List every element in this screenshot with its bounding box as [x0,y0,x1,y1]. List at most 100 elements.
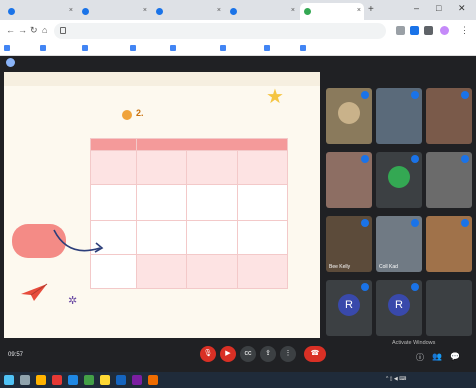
present-button[interactable]: ⇪ [260,346,276,362]
app-icon[interactable] [68,375,78,385]
arrow-right-icon[interactable]: → [18,25,27,35]
bookmark-icon [4,45,10,51]
mic-icon [361,155,369,163]
participant-tile[interactable] [426,88,472,144]
more-options-button[interactable]: ⋮ [280,346,296,362]
table-cell [186,184,238,221]
address-bar[interactable] [54,23,386,39]
table-header-cell [136,138,288,151]
participant-tile[interactable]: R [326,280,372,336]
participant-tile[interactable] [376,152,422,208]
curved-arrow-icon [53,229,104,253]
mic-off-button[interactable]: 🎙 [200,346,216,362]
info-icon[interactable]: ⓘ [416,352,424,363]
meeting-clock: 09:57 [8,352,24,358]
tray-icons: ^ ▯ ◀ ⌨ [386,376,407,382]
new-tab-button[interactable]: + [368,4,374,15]
close-tab-icon[interactable]: × [291,7,295,14]
avatar [388,166,410,189]
chrome-icon[interactable] [84,375,94,385]
mic-icon [411,219,419,227]
app-icon[interactable] [100,375,110,385]
reload-icon[interactable]: ↻ [30,25,38,36]
mic-icon [461,219,469,227]
tab-bar: × × × × × + – □ ✕ [0,0,476,20]
home-icon[interactable]: ⌂ [42,25,47,35]
people-icon[interactable]: 👥 [432,352,442,361]
browser-tab[interactable]: × [78,3,150,20]
search-icon[interactable] [20,375,30,385]
tab-favicon-icon [156,8,163,15]
arrow-left-icon[interactable]: ← [6,25,15,35]
mic-icon [461,91,469,99]
bookmark-icon [300,45,306,51]
mic-icon [411,91,419,99]
meet-favicon-icon [304,8,311,15]
tab-favicon-icon [82,8,89,15]
chat-icon[interactable]: 💬 [450,352,460,361]
profile-avatar[interactable] [440,26,449,35]
app-icon[interactable] [132,375,142,385]
slide-subtitle-2 [150,108,250,120]
app-icon[interactable] [148,375,158,385]
file-explorer-icon[interactable] [36,375,46,385]
participant-tile[interactable] [376,88,422,144]
windows-taskbar: ^ ▯ ◀ ⌨ [0,372,476,388]
browser-tab[interactable]: × [226,3,298,20]
app-icon[interactable] [116,375,126,385]
close-tab-icon[interactable]: × [357,7,361,14]
bookmark-icon [130,45,136,51]
bookmark-icon [264,45,270,51]
browser-toolbar: ← → ↻ ⌂ ⋮ [0,20,476,42]
participant-tile[interactable] [426,152,472,208]
minimize-button[interactable]: – [414,3,419,13]
tab-favicon-icon [8,8,15,15]
participant-tile[interactable] [426,216,472,272]
extension-icon[interactable] [410,26,419,35]
end-call-button[interactable]: ☎ [304,346,326,362]
shared-slide: ★ 2. ✲ [4,72,320,338]
windows-start-icon[interactable] [4,375,14,385]
participant-tile[interactable] [326,88,372,144]
close-tab-icon[interactable]: × [69,7,73,14]
participant-tile[interactable]: Bee Kelly [326,216,372,272]
camera-off-button[interactable]: ▶ [220,346,236,362]
browser-tab-active[interactable]: × [300,3,364,20]
slide-top-band [4,72,320,86]
avatar: R [388,294,410,317]
close-tab-icon[interactable]: × [217,7,221,14]
table-row [90,150,289,185]
table-cell [90,184,137,221]
participant-tile[interactable]: Coll Kad [376,216,422,272]
table-row [90,184,289,221]
participant-tile[interactable]: R [376,280,422,336]
captions-button[interactable]: cc [240,346,256,362]
extension-icon[interactable] [424,26,433,35]
presenter-banner [0,56,476,70]
participants-panel: Bee Kelly Coll Kad R R [324,72,476,338]
table-cell [135,220,188,255]
mic-icon [461,155,469,163]
browser-tab[interactable]: × [152,3,224,20]
browser-tab[interactable]: × [4,3,76,20]
activate-windows-watermark: Activate Windows [392,340,436,346]
avatar: R [338,294,360,317]
bookmark-icon [40,45,46,51]
table-cell [236,150,289,185]
table-cell [186,220,238,255]
mic-icon [411,283,419,291]
paper-plane-icon [21,283,48,301]
star-icon: ★ [266,86,284,108]
bookmarks-bar [0,42,476,56]
system-tray: ^ ▯ ◀ ⌨ [378,376,406,382]
mic-icon [361,219,369,227]
close-tab-icon[interactable]: × [143,7,147,14]
table-cell [236,254,289,289]
maximize-button[interactable]: □ [436,3,441,13]
app-icon[interactable] [52,375,62,385]
participant-tile[interactable] [326,152,372,208]
close-window-button[interactable]: ✕ [458,3,466,14]
extension-icon[interactable] [396,26,405,35]
menu-icon[interactable]: ⋮ [460,25,469,36]
participant-tile[interactable] [426,280,472,336]
